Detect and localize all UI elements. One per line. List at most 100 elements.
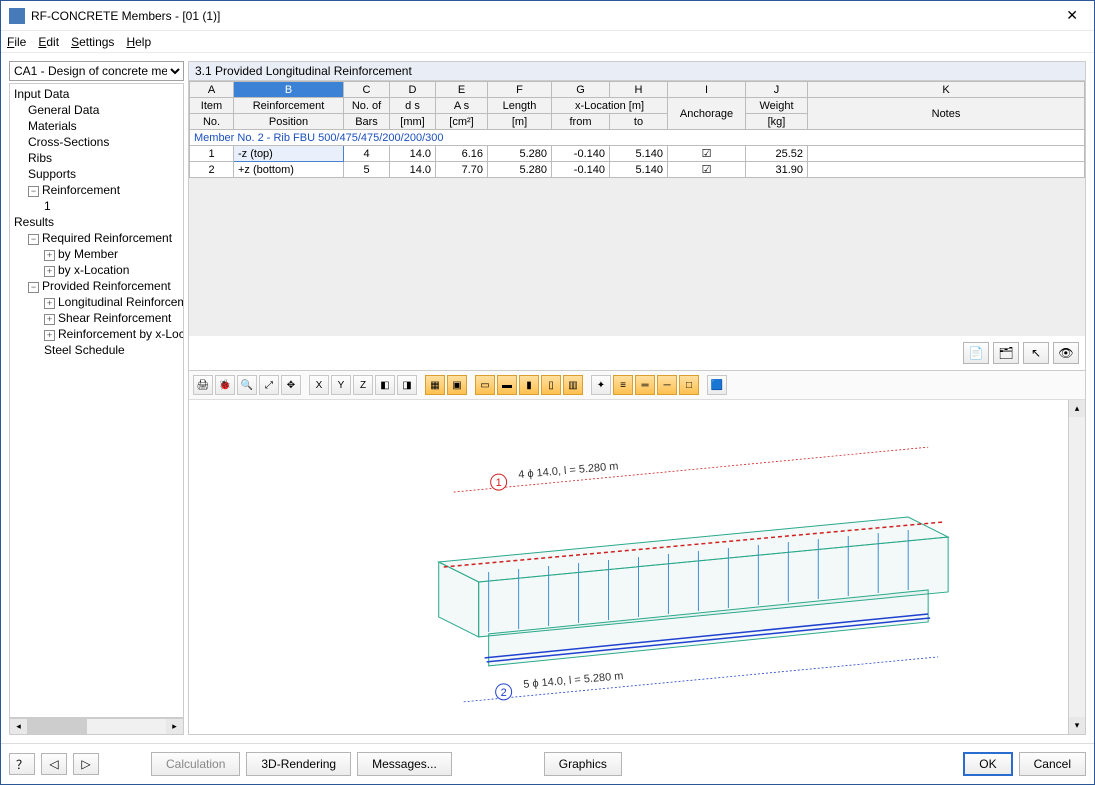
help-icon[interactable]: ？ [9, 753, 35, 775]
minus-icon[interactable]: − [28, 186, 39, 197]
filter-icon[interactable]: 🗂 [993, 342, 1019, 364]
pan-icon[interactable]: ✥ [281, 375, 301, 395]
layout-2-icon[interactable]: ▬ [497, 375, 517, 395]
tree-by-xlocation[interactable]: +by x-Location [12, 262, 181, 278]
dim-1-icon[interactable]: ≡ [613, 375, 633, 395]
tree-shear[interactable]: +Shear Reinforcement [12, 310, 181, 326]
layout-3-icon[interactable]: ▮ [519, 375, 539, 395]
table-row[interactable]: 2 +z (bottom) 5 14.0 7.70 5.280 -0.140 5… [190, 162, 1085, 178]
table-letter-row: ABCDEFGHIJK [190, 82, 1085, 98]
tree-general-data[interactable]: General Data [12, 102, 181, 118]
content-panel: 3.1 Provided Longitudinal Reinforcement … [188, 61, 1086, 735]
view-z-icon[interactable]: Z [353, 375, 373, 395]
layout-5-icon[interactable]: ▥ [563, 375, 583, 395]
scroll-up-icon[interactable]: ▴ [1069, 400, 1085, 417]
toggle-2-icon[interactable]: ▣ [447, 375, 467, 395]
tree-by-member[interactable]: +by Member [12, 246, 181, 262]
scroll-down-icon[interactable]: ▾ [1069, 717, 1085, 734]
table-header-row-1: ItemReinforcementNo. ofd sA sLengthx-Loc… [190, 98, 1085, 114]
result-table[interactable]: ABCDEFGHIJK ItemReinforcementNo. ofd sA … [189, 81, 1085, 371]
tree-materials[interactable]: Materials [12, 118, 181, 134]
tree-reinforcement[interactable]: −Reinforcement [12, 182, 181, 198]
tree-reinforcement-1[interactable]: 1 [12, 198, 181, 214]
rendering-button[interactable]: 3D-Rendering [246, 752, 351, 776]
view-iso-icon[interactable]: ◧ [375, 375, 395, 395]
layout-4-icon[interactable]: ▯ [541, 375, 561, 395]
toggle-1-icon[interactable]: ▦ [425, 375, 445, 395]
eye-icon[interactable]: 👁 [1053, 342, 1079, 364]
next-icon[interactable]: ▷ [73, 753, 99, 775]
view-y-icon[interactable]: Y [331, 375, 351, 395]
find-icon[interactable]: 🐞 [215, 375, 235, 395]
view-iso2-icon[interactable]: ◨ [397, 375, 417, 395]
titlebar: RF-CONCRETE Members - [01 (1)] ✕ [1, 1, 1094, 31]
table-empty-area [189, 178, 1085, 336]
plus-icon[interactable]: + [44, 250, 55, 261]
plus-icon[interactable]: + [44, 298, 55, 309]
plus-icon[interactable]: + [44, 314, 55, 325]
table-member-row[interactable]: Member No. 2 - Rib FBU 500/475/475/200/2… [190, 130, 1085, 146]
tree-input-data[interactable]: Input Data [12, 86, 181, 102]
tree-required-reinf[interactable]: −Required Reinforcement [12, 230, 181, 246]
menu-edit[interactable]: Edit [38, 35, 59, 49]
close-icon[interactable]: ✕ [1058, 7, 1086, 24]
minus-icon[interactable]: − [28, 282, 39, 293]
tree-longitudinal[interactable]: +Longitudinal Reinforcement [12, 294, 181, 310]
section-title: 3.1 Provided Longitudinal Reinforcement [189, 62, 1085, 81]
prev-icon[interactable]: ◁ [41, 753, 67, 775]
export-icon[interactable]: 📄 [963, 342, 989, 364]
graphics-button[interactable]: Graphics [544, 752, 622, 776]
svg-text:2: 2 [501, 687, 507, 699]
layout-1-icon[interactable]: ▭ [475, 375, 495, 395]
tree-results[interactable]: Results [12, 214, 181, 230]
axes-icon[interactable]: ✦ [591, 375, 611, 395]
plus-icon[interactable]: + [44, 330, 55, 341]
footer-bar: ？ ◁ ▷ Calculation 3D-Rendering Messages.… [1, 743, 1094, 784]
dim-4-icon[interactable]: □ [679, 375, 699, 395]
plus-icon[interactable]: + [44, 266, 55, 277]
scroll-left-icon[interactable]: ◂ [10, 719, 27, 734]
view-x-icon[interactable]: X [309, 375, 329, 395]
svg-text:1: 1 [496, 477, 502, 489]
app-icon [9, 8, 25, 24]
cancel-button[interactable]: Cancel [1019, 752, 1086, 776]
scroll-thumb[interactable] [27, 719, 87, 734]
minus-icon[interactable]: − [28, 234, 39, 245]
app-window: RF-CONCRETE Members - [01 (1)] ✕ File Ed… [0, 0, 1095, 785]
window-title: RF-CONCRETE Members - [01 (1)] [31, 9, 1058, 23]
navigator-panel: CA1 - Design of concrete memb Input Data… [9, 61, 184, 735]
navigator-tree[interactable]: Input Data General Data Materials Cross-… [9, 83, 184, 718]
zoom-in-icon[interactable]: 🔍 [237, 375, 257, 395]
messages-button[interactable]: Messages... [357, 752, 452, 776]
scroll-right-icon[interactable]: ▸ [166, 719, 183, 734]
menu-file[interactable]: File [7, 35, 26, 49]
svg-text:4 ϕ 14.0, l = 5.280 m: 4 ϕ 14.0, l = 5.280 m [518, 460, 619, 481]
viewer-panel: 🖨 🐞 🔍 ⤢ ✥ X Y Z ◧ ◨ ▦ ▣ ▭ ▬ [189, 371, 1085, 734]
zoom-extents-icon[interactable]: ⤢ [259, 375, 279, 395]
tree-cross-sections[interactable]: Cross-Sections [12, 134, 181, 150]
tree-hscrollbar[interactable]: ◂ ▸ [9, 718, 184, 735]
menubar: File Edit Settings Help [1, 31, 1094, 53]
tree-steel-schedule[interactable]: Steel Schedule [12, 342, 181, 358]
tree-supports[interactable]: Supports [12, 166, 181, 182]
calculation-button[interactable]: Calculation [151, 752, 240, 776]
table-row[interactable]: 1 -z (top) 4 14.0 6.16 5.280 -0.140 5.14… [190, 146, 1085, 162]
case-selector[interactable]: CA1 - Design of concrete memb [9, 61, 184, 81]
viewer-canvas[interactable]: 1 4 ϕ 14.0, l = 5.280 m 2 5 ϕ 14.0, l = … [189, 400, 1068, 734]
dim-3-icon[interactable]: ─ [657, 375, 677, 395]
render-icon[interactable]: 🟦 [707, 375, 727, 395]
pick-icon[interactable]: ↖ [1023, 342, 1049, 364]
dim-2-icon[interactable]: ═ [635, 375, 655, 395]
tree-reinf-by-xloc[interactable]: +Reinforcement by x-Location [12, 326, 181, 342]
table-button-bar: 📄 🗂 ↖ 👁 [189, 336, 1085, 370]
viewer-toolbar: 🖨 🐞 🔍 ⤢ ✥ X Y Z ◧ ◨ ▦ ▣ ▭ ▬ [189, 371, 1085, 400]
tree-provided-reinf[interactable]: −Provided Reinforcement [12, 278, 181, 294]
anchorage-checkbox[interactable]: ☑ [668, 162, 746, 178]
menu-settings[interactable]: Settings [71, 35, 114, 49]
tree-ribs[interactable]: Ribs [12, 150, 181, 166]
ok-button[interactable]: OK [963, 752, 1012, 776]
print-icon[interactable]: 🖨 [193, 375, 213, 395]
anchorage-checkbox[interactable]: ☑ [668, 146, 746, 162]
viewer-vscrollbar[interactable]: ▴ ▾ [1068, 400, 1085, 734]
menu-help[interactable]: Help [126, 35, 151, 49]
